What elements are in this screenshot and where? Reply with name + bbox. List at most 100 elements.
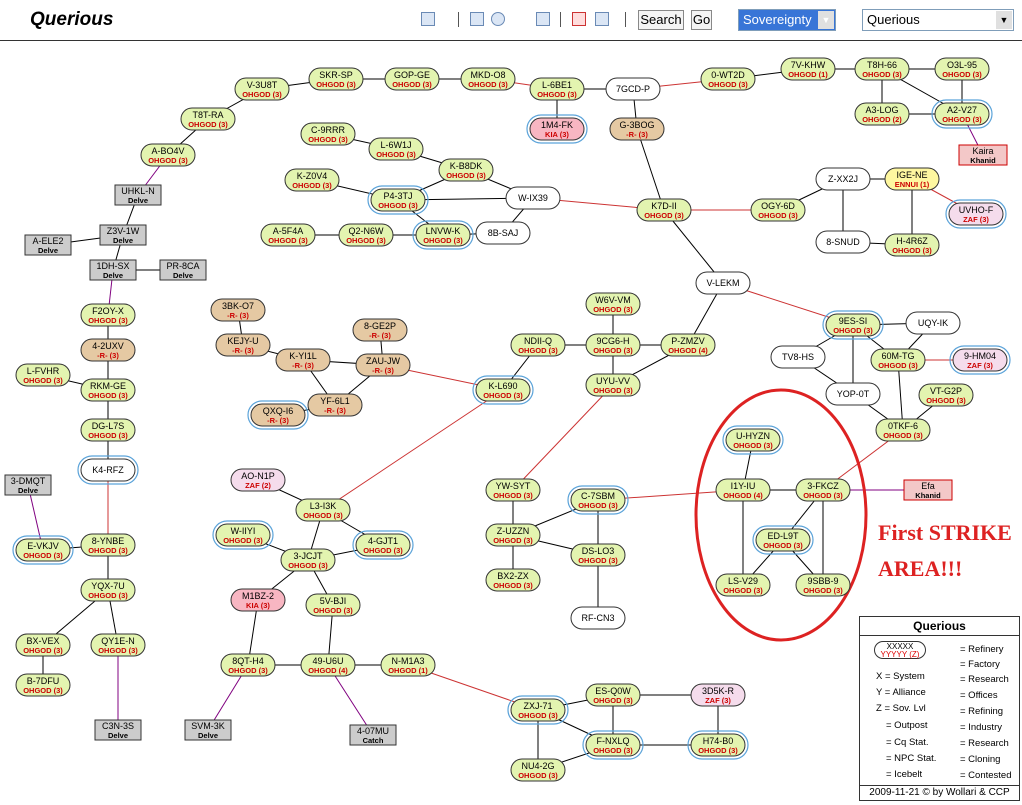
system-node[interactable]: W-IX39: [505, 186, 561, 210]
system-node[interactable]: ED-L9TOHGOD (3): [752, 525, 814, 555]
system-node[interactable]: GOP-GEOHGOD (3): [384, 67, 440, 91]
npc-station[interactable]: SVM-3KDelve: [184, 719, 232, 741]
system-node[interactable]: 9SBB-9OHGOD (3): [795, 573, 851, 597]
system-node[interactable]: K-L690OHGOD (3): [472, 375, 534, 405]
npc-station[interactable]: Z3V-1WDelve: [99, 224, 147, 246]
system-node[interactable]: A3-LOGOHGOD (2): [854, 102, 910, 126]
system-node[interactable]: P4-3TJOHGOD (3): [367, 185, 429, 215]
system-node[interactable]: 8B-SAJ: [475, 221, 531, 245]
system-node[interactable]: T8T-RAOHGOD (3): [180, 107, 236, 131]
system-node[interactable]: OGY-6DOHGOD (3): [750, 198, 806, 222]
system-node[interactable]: 49-U6UOHGOD (4): [300, 653, 356, 677]
system-node[interactable]: W-IIYIOHGOD (3): [212, 520, 274, 550]
system-node[interactable]: K4-RFZ: [77, 455, 139, 485]
system-node[interactable]: NDII-QOHGOD (3): [510, 333, 566, 357]
system-node[interactable]: K7D-IIOHGOD (3): [636, 198, 692, 222]
system-node[interactable]: K-B8DKOHGOD (3): [438, 158, 494, 182]
system-node[interactable]: 9CG6-HOHGOD (3): [585, 333, 641, 357]
system-node[interactable]: 8-GE2P-R- (3): [352, 318, 408, 342]
system-node[interactable]: 7GCD-P: [605, 77, 661, 101]
system-node[interactable]: F-NXLQOHGOD (3): [582, 730, 644, 760]
system-node[interactable]: Z-UZZNOHGOD (3): [485, 523, 541, 547]
system-node[interactable]: 3D5K-RZAF (3): [690, 683, 746, 707]
system-node[interactable]: 9-HM04ZAF (3): [949, 345, 1011, 375]
system-node[interactable]: O3L-95OHGOD (3): [934, 57, 990, 81]
system-node[interactable]: L-6BE1OHGOD (3): [529, 77, 585, 101]
system-node[interactable]: MKD-O8OHGOD (3): [460, 67, 516, 91]
system-node[interactable]: T8H-66OHGOD (3): [854, 57, 910, 81]
system-node[interactable]: H74-B0OHGOD (3): [687, 730, 749, 760]
npc-station[interactable]: UHKL-NDelve: [114, 184, 162, 206]
system-node[interactable]: QY1E-NOHGOD (3): [90, 633, 146, 657]
system-node[interactable]: YF-6L1-R- (3): [307, 393, 363, 417]
system-node[interactable]: W6V-VMOHGOD (3): [585, 292, 641, 316]
system-node[interactable]: DS-LO3OHGOD (3): [570, 543, 626, 567]
system-node[interactable]: AO-N1PZAF (2): [230, 468, 286, 492]
system-node[interactable]: Z-XX2J: [815, 167, 871, 191]
system-node[interactable]: C-7SBMOHGOD (3): [567, 485, 629, 515]
system-node[interactable]: 9ES-SIOHGOD (3): [822, 310, 884, 340]
system-node[interactable]: KEJY-U-R- (3): [215, 333, 271, 357]
system-node[interactable]: P-ZMZVOHGOD (4): [660, 333, 716, 357]
system-node[interactable]: YW-SYTOHGOD (3): [485, 478, 541, 502]
system-node[interactable]: 3-FKCZOHGOD (3): [795, 478, 851, 502]
system-node[interactable]: A2-V27OHGOD (3): [931, 99, 993, 129]
system-node[interactable]: G-3BOG-R- (3): [609, 117, 665, 141]
system-node[interactable]: A-BO4VOHGOD (3): [140, 143, 196, 167]
system-node[interactable]: RKM-GEOHGOD (3): [80, 378, 136, 402]
system-node[interactable]: 4-2UXV-R- (3): [80, 338, 136, 362]
system-node[interactable]: ZXJ-71OHGOD (3): [507, 695, 569, 725]
npc-station[interactable]: C3N-3SDelve: [94, 719, 142, 741]
system-node[interactable]: K-YI1L-R- (3): [275, 348, 331, 372]
system-node[interactable]: VT-G2POHGOD (3): [918, 383, 974, 407]
system-node[interactable]: 60M-TGOHGOD (3): [870, 348, 926, 372]
system-node[interactable]: 0TKF-6OHGOD (3): [875, 418, 931, 442]
system-node[interactable]: ZAU-JW-R- (3): [355, 353, 411, 377]
system-node[interactable]: 1M4-FKKIA (3): [526, 114, 588, 144]
system-node[interactable]: 5V-BJIOHGOD (3): [305, 593, 361, 617]
system-node[interactable]: 7V-KHWOHGOD (1): [780, 57, 836, 81]
system-node[interactable]: UYU-VVOHGOD (3): [585, 373, 641, 397]
npc-station[interactable]: EfaKhanid: [903, 479, 953, 501]
system-node[interactable]: F2OY-XOHGOD (3): [80, 303, 136, 327]
npc-station[interactable]: A-ELE2Delve: [24, 234, 72, 256]
system-node[interactable]: U-HYZNOHGOD (3): [722, 425, 784, 455]
system-node[interactable]: 0-WT2DOHGOD (3): [700, 67, 756, 91]
system-node[interactable]: ES-Q0WOHGOD (3): [585, 683, 641, 707]
npc-station[interactable]: KairaKhanid: [958, 144, 1008, 166]
system-node[interactable]: I1Y-IUOHGOD (4): [715, 478, 771, 502]
system-node[interactable]: L-FVHROHGOD (3): [15, 363, 71, 387]
system-node[interactable]: 8-YNBEOHGOD (3): [80, 533, 136, 557]
system-node[interactable]: 4-GJT1OHGOD (3): [352, 530, 414, 560]
system-node[interactable]: L3-I3KOHGOD (3): [295, 498, 351, 522]
system-node[interactable]: NU4-2GOHGOD (3): [510, 758, 566, 782]
system-node[interactable]: V-3U8TOHGOD (3): [234, 77, 290, 101]
system-node[interactable]: E-VKJVOHGOD (3): [12, 535, 74, 565]
system-node[interactable]: TV8-HS: [770, 345, 826, 369]
system-node[interactable]: YOP-0T: [825, 382, 881, 406]
system-node[interactable]: K-Z0V4OHGOD (3): [284, 168, 340, 192]
system-node[interactable]: BX2-ZXOHGOD (3): [485, 568, 541, 592]
system-node[interactable]: C-9RRROHGOD (3): [300, 122, 356, 146]
system-node[interactable]: 8QT-H4OHGOD (3): [220, 653, 276, 677]
system-node[interactable]: BX-VEXOHGOD (3): [15, 633, 71, 657]
system-node[interactable]: L-6W1JOHGOD (3): [368, 137, 424, 161]
system-node[interactable]: A-5F4AOHGOD (3): [260, 223, 316, 247]
system-node[interactable]: RF-CN3: [570, 606, 626, 630]
system-node[interactable]: 3BK-O7-R- (3): [210, 298, 266, 322]
system-node[interactable]: DG-L7SOHGOD (3): [80, 418, 136, 442]
system-node[interactable]: LS-V29OHGOD (3): [715, 573, 771, 597]
system-node[interactable]: UVHO-FZAF (3): [945, 199, 1007, 229]
system-node[interactable]: LNVW-KOHGOD (3): [412, 220, 474, 250]
system-node[interactable]: 3-JCJTOHGOD (3): [280, 548, 336, 572]
system-node[interactable]: QXQ-I6-R- (3): [247, 400, 309, 430]
system-node[interactable]: UQY-IK: [905, 311, 961, 335]
system-node[interactable]: YQX-7UOHGOD (3): [80, 578, 136, 602]
system-node[interactable]: N-M1A3OHGOD (1): [380, 653, 436, 677]
system-node[interactable]: H-4R6ZOHGOD (3): [884, 233, 940, 257]
system-node[interactable]: B-7DFUOHGOD (3): [15, 673, 71, 697]
system-node[interactable]: 8-SNUD: [815, 230, 871, 254]
npc-station[interactable]: PR-8CADelve: [159, 259, 207, 281]
system-node[interactable]: IGE-NEENNUI (1): [884, 167, 940, 191]
system-node[interactable]: Q2-N6WOHGOD (3): [338, 223, 394, 247]
